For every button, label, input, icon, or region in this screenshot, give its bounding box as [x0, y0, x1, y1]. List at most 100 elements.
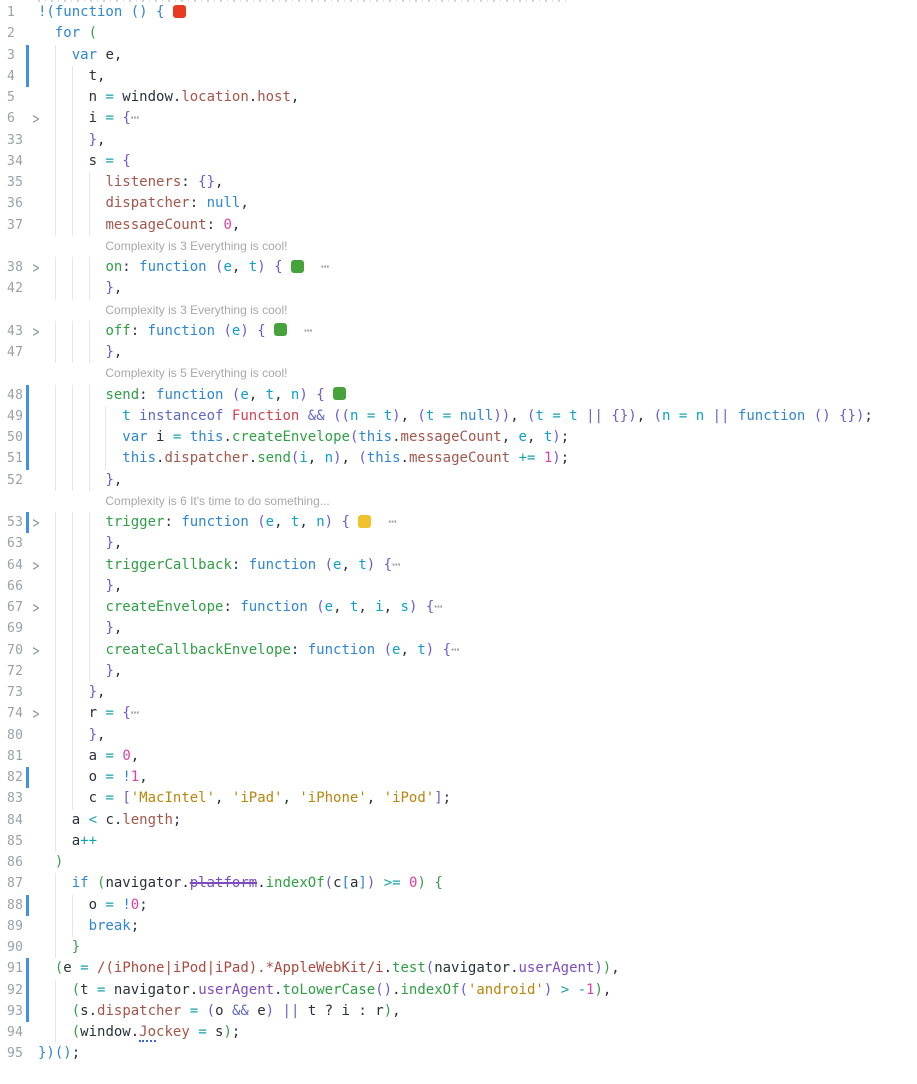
code-token[interactable]	[831, 408, 839, 424]
code-token[interactable]: window	[80, 1024, 131, 1040]
code-token[interactable]: }	[105, 620, 113, 636]
code-token[interactable]: (	[325, 875, 333, 891]
code-token[interactable]	[181, 429, 189, 445]
code-token[interactable]	[687, 408, 695, 424]
code-token[interactable]	[308, 599, 316, 615]
code-token[interactable]: function	[240, 599, 307, 615]
code-token[interactable]: e	[325, 599, 333, 615]
code-token[interactable]: ,	[114, 620, 122, 636]
code-token[interactable]: =	[105, 897, 113, 913]
code-token[interactable]: )	[603, 960, 611, 976]
code-token[interactable]: .	[249, 450, 257, 466]
code-token[interactable]	[223, 408, 231, 424]
code-token[interactable]: messageCount	[409, 450, 510, 466]
code-text[interactable]: a++	[0, 831, 917, 852]
line-number[interactable]: 42	[7, 278, 27, 299]
code-token[interactable]: ;	[139, 897, 147, 913]
code-token[interactable]: ;	[131, 918, 139, 934]
folded-code-ellipsis[interactable]: ⋯	[131, 705, 139, 721]
code-token[interactable]: (	[89, 25, 97, 41]
line-number[interactable]: 89	[7, 916, 27, 937]
code-token[interactable]: )	[594, 960, 602, 976]
code-token[interactable]: null	[460, 408, 494, 424]
code-text[interactable]: createEnvelope: function (e, t, i, s) {⋯	[0, 597, 917, 618]
code-token[interactable]: t	[249, 259, 257, 275]
code-token[interactable]: ]	[358, 875, 366, 891]
code-token[interactable]: )	[367, 557, 375, 573]
code-text[interactable]: i = {⋯	[0, 108, 917, 129]
code-token[interactable]: c	[333, 875, 341, 891]
code-token[interactable]: var	[122, 429, 147, 445]
code-token[interactable]	[670, 408, 678, 424]
code-token[interactable]: function	[156, 387, 223, 403]
code-token[interactable]: s	[80, 1003, 88, 1019]
code-token[interactable]: userAgent	[198, 982, 274, 998]
code-token[interactable]: instanceof	[139, 408, 223, 424]
code-token[interactable]: ;	[443, 790, 451, 806]
code-token[interactable]: messageCount	[401, 429, 502, 445]
line-number[interactable]: 5	[7, 87, 27, 108]
code-token[interactable]: ,	[274, 387, 291, 403]
code-token[interactable]: e	[223, 259, 231, 275]
code-token[interactable]: ;	[561, 450, 569, 466]
code-token[interactable]: ,	[400, 642, 417, 658]
code-token[interactable]: function	[139, 259, 206, 275]
code-token[interactable]	[375, 408, 383, 424]
code-token[interactable]: if	[72, 875, 89, 891]
line-number[interactable]: 67	[7, 597, 27, 618]
code-text[interactable]: var i = this.createEnvelope(this.message…	[0, 427, 917, 448]
fold-chevron-icon[interactable]: >	[30, 594, 43, 621]
line-number[interactable]: 47	[7, 342, 27, 363]
line-number[interactable]: 81	[7, 746, 27, 767]
line-number[interactable]: 2	[7, 23, 27, 44]
code-token[interactable]: {}	[839, 408, 856, 424]
code-token[interactable]	[89, 875, 97, 891]
line-number[interactable]: 6	[7, 108, 27, 129]
line-number[interactable]: 84	[7, 810, 27, 831]
code-token[interactable]: n	[316, 514, 324, 530]
code-token[interactable]: &&	[232, 1003, 249, 1019]
code-token[interactable]: for	[55, 25, 80, 41]
code-token[interactable]: :	[181, 174, 198, 190]
line-number[interactable]: 3	[7, 45, 27, 66]
folded-code-ellipsis[interactable]: ⋯	[434, 599, 442, 615]
code-text[interactable]: !(function () {	[0, 2, 917, 23]
code-token[interactable]: }	[105, 472, 113, 488]
code-token[interactable]: &&	[308, 408, 325, 424]
code-text[interactable]: if (navigator.platform.indexOf(c[a]) >= …	[0, 873, 917, 894]
code-token[interactable]: /(iPhone|iPod|iPad).*AppleWebKit/i	[97, 960, 384, 976]
code-token[interactable]: ,	[114, 578, 122, 594]
code-token[interactable]: .	[510, 960, 518, 976]
code-token[interactable]: function	[308, 642, 375, 658]
code-token[interactable]	[207, 259, 215, 275]
code-token[interactable]: .	[384, 960, 392, 976]
code-token[interactable]: trigger	[105, 514, 164, 530]
code-token[interactable]: {	[342, 514, 350, 530]
line-number[interactable]: 53	[7, 512, 27, 533]
code-token[interactable]	[164, 4, 172, 20]
code-text[interactable]: }	[0, 937, 917, 958]
code-token[interactable]: a	[38, 833, 80, 849]
code-token[interactable]	[266, 323, 274, 339]
code-token[interactable]	[274, 1003, 282, 1019]
code-token[interactable]: {	[122, 705, 130, 721]
code-token[interactable]: .	[249, 89, 257, 105]
code-token[interactable]: 1	[131, 769, 139, 785]
code-token[interactable]	[38, 25, 55, 41]
code-text[interactable]: t instanceof Function && ((n = t), (t = …	[0, 406, 917, 427]
code-token[interactable]: <	[89, 812, 97, 828]
code-text[interactable]: (e = /(iPhone|iPod|iPad).*AppleWebKit/i.…	[0, 958, 917, 979]
code-token[interactable]	[266, 259, 274, 275]
code-text[interactable]: var e,	[0, 45, 917, 66]
code-token[interactable]: .	[401, 450, 409, 466]
code-token[interactable]: =	[105, 769, 113, 785]
code-token[interactable]	[569, 982, 577, 998]
code-token[interactable]: n	[696, 408, 704, 424]
code-token[interactable]: (	[325, 557, 333, 573]
code-token[interactable]	[105, 982, 113, 998]
code-token[interactable]: this	[367, 450, 401, 466]
line-number[interactable]: 87	[7, 873, 27, 894]
code-token[interactable]: ,	[299, 514, 316, 530]
code-token[interactable]: ckey	[156, 1024, 190, 1040]
code-token[interactable]: null	[207, 195, 241, 211]
